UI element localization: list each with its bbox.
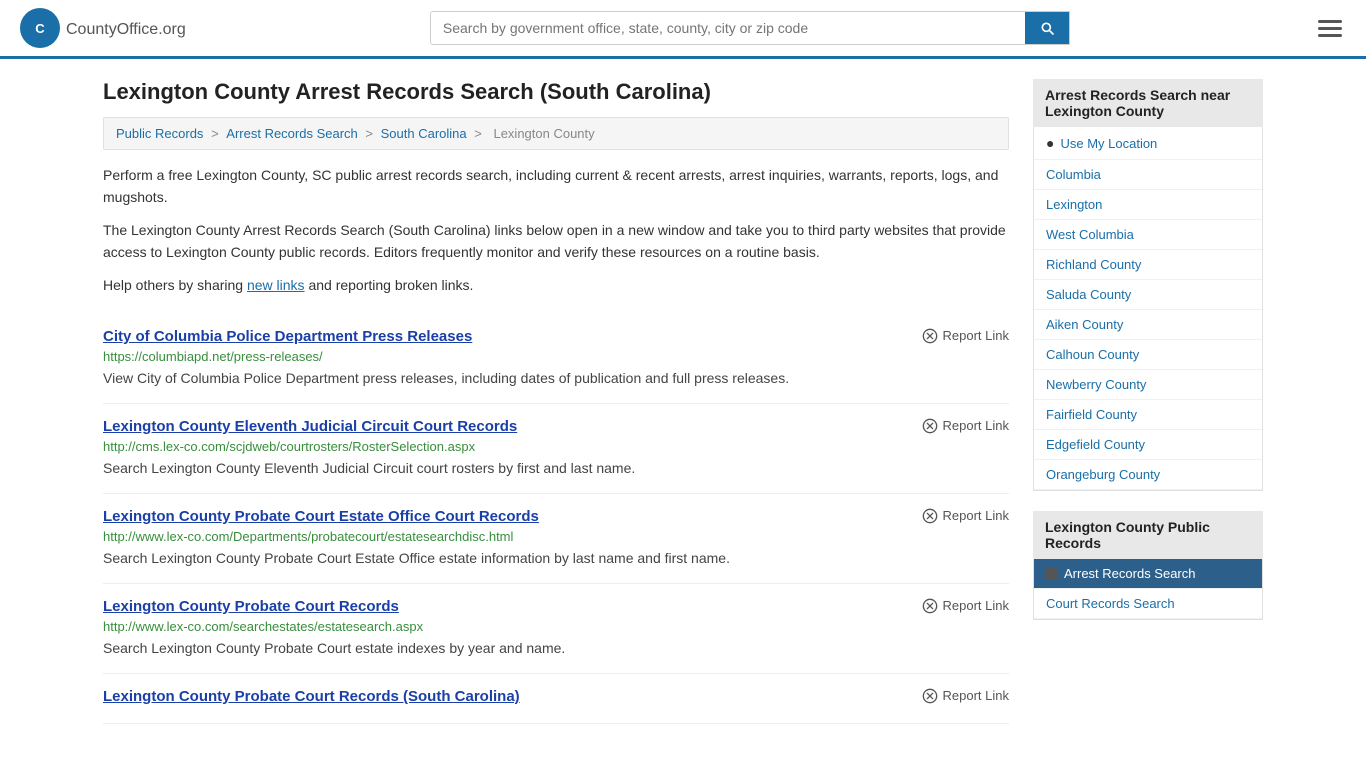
active-square-icon xyxy=(1046,568,1058,580)
nearby-items: ColumbiaLexingtonWest ColumbiaRichland C… xyxy=(1034,160,1262,490)
nearby-item-2[interactable]: West Columbia xyxy=(1034,220,1262,250)
breadcrumb-sep: > xyxy=(365,126,376,141)
report-link-btn-2[interactable]: Report Link xyxy=(922,508,1009,524)
public-records-item-1[interactable]: Court Records Search xyxy=(1034,589,1262,619)
logo-icon: C xyxy=(20,8,60,48)
report-link-btn-3[interactable]: Report Link xyxy=(922,598,1009,614)
search-button[interactable] xyxy=(1025,12,1069,44)
site-header: C CountyOffice.org xyxy=(0,0,1366,59)
menu-line xyxy=(1318,27,1342,30)
record-url-1[interactable]: http://cms.lex-co.com/scjdweb/courtroste… xyxy=(103,439,1009,454)
description-1: Perform a free Lexington County, SC publ… xyxy=(103,164,1009,209)
pin-icon: ● xyxy=(1046,135,1054,151)
public-records-list: Arrest Records Search Court Records Searc… xyxy=(1033,559,1263,620)
nearby-item-7[interactable]: Newberry County xyxy=(1034,370,1262,400)
nearby-title: Arrest Records Search near Lexington Cou… xyxy=(1033,79,1263,127)
public-records-label: Court Records Search xyxy=(1046,596,1175,611)
search-input[interactable] xyxy=(431,12,1025,44)
record-title-3[interactable]: Lexington County Probate Court Records xyxy=(103,598,399,615)
new-links-link[interactable]: new links xyxy=(247,277,305,293)
nearby-section: Arrest Records Search near Lexington Cou… xyxy=(1033,79,1263,491)
nearby-item-3[interactable]: Richland County xyxy=(1034,250,1262,280)
record-url-0[interactable]: https://columbiapd.net/press-releases/ xyxy=(103,349,1009,364)
record-item: Lexington County Probate Court Records (… xyxy=(103,674,1009,724)
page-title: Lexington County Arrest Records Search (… xyxy=(103,79,1009,105)
record-item: Lexington County Eleventh Judicial Circu… xyxy=(103,404,1009,494)
public-records-title: Lexington County Public Records xyxy=(1033,511,1263,559)
menu-button[interactable] xyxy=(1314,16,1346,41)
record-desc-1: Search Lexington County Eleventh Judicia… xyxy=(103,458,1009,479)
public-records-label: Arrest Records Search xyxy=(1064,566,1196,581)
nearby-item-0[interactable]: Columbia xyxy=(1034,160,1262,190)
logo-text: CountyOffice.org xyxy=(66,17,186,40)
page-container: Lexington County Arrest Records Search (… xyxy=(83,59,1283,744)
breadcrumb-public-records[interactable]: Public Records xyxy=(116,126,203,141)
record-item: City of Columbia Police Department Press… xyxy=(103,314,1009,404)
record-header: City of Columbia Police Department Press… xyxy=(103,328,1009,345)
report-link-label: Report Link xyxy=(943,508,1009,523)
record-title-0[interactable]: City of Columbia Police Department Press… xyxy=(103,328,472,345)
report-link-label: Report Link xyxy=(943,598,1009,613)
help-text: Help others by sharing new links and rep… xyxy=(103,274,1009,296)
description-2: The Lexington County Arrest Records Sear… xyxy=(103,219,1009,264)
record-item: Lexington County Probate Court Estate Of… xyxy=(103,494,1009,584)
record-url-3[interactable]: http://www.lex-co.com/searchestates/esta… xyxy=(103,619,1009,634)
main-content: Lexington County Arrest Records Search (… xyxy=(103,79,1009,724)
record-title-4[interactable]: Lexington County Probate Court Records (… xyxy=(103,688,520,705)
nearby-item-8[interactable]: Fairfield County xyxy=(1034,400,1262,430)
svg-text:C: C xyxy=(35,21,45,36)
use-location-label: Use My Location xyxy=(1060,136,1157,151)
nearby-item-1[interactable]: Lexington xyxy=(1034,190,1262,220)
report-link-label: Report Link xyxy=(943,418,1009,433)
record-item: Lexington County Probate Court Records R… xyxy=(103,584,1009,674)
public-records-item-0[interactable]: Arrest Records Search xyxy=(1034,559,1262,589)
record-desc-2: Search Lexington County Probate Court Es… xyxy=(103,548,1009,569)
menu-line xyxy=(1318,34,1342,37)
menu-line xyxy=(1318,20,1342,23)
nearby-item-9[interactable]: Edgefield County xyxy=(1034,430,1262,460)
breadcrumb-sep: > xyxy=(211,126,222,141)
nearby-item-4[interactable]: Saluda County xyxy=(1034,280,1262,310)
logo-area[interactable]: C CountyOffice.org xyxy=(20,8,186,48)
breadcrumb-sep: > xyxy=(474,126,485,141)
record-title-2[interactable]: Lexington County Probate Court Estate Of… xyxy=(103,508,539,525)
record-header: Lexington County Probate Court Records (… xyxy=(103,688,1009,705)
record-header: Lexington County Probate Court Estate Of… xyxy=(103,508,1009,525)
sidebar: Arrest Records Search near Lexington Cou… xyxy=(1033,79,1263,724)
nearby-item-10[interactable]: Orangeburg County xyxy=(1034,460,1262,490)
record-desc-0: View City of Columbia Police Department … xyxy=(103,368,1009,389)
record-url-2[interactable]: http://www.lex-co.com/Departments/probat… xyxy=(103,529,1009,544)
search-box xyxy=(430,11,1070,45)
record-header: Lexington County Eleventh Judicial Circu… xyxy=(103,418,1009,435)
report-link-btn-1[interactable]: Report Link xyxy=(922,418,1009,434)
report-link-btn-4[interactable]: Report Link xyxy=(922,688,1009,704)
record-header: Lexington County Probate Court Records R… xyxy=(103,598,1009,615)
use-location-item[interactable]: ● Use My Location xyxy=(1034,127,1262,160)
search-area xyxy=(430,11,1070,45)
breadcrumb: Public Records > Arrest Records Search >… xyxy=(103,117,1009,150)
report-link-label: Report Link xyxy=(943,688,1009,703)
breadcrumb-arrest-records[interactable]: Arrest Records Search xyxy=(226,126,358,141)
nearby-item-6[interactable]: Calhoun County xyxy=(1034,340,1262,370)
public-records-section: Lexington County Public Records Arrest R… xyxy=(1033,511,1263,620)
record-desc-3: Search Lexington County Probate Court es… xyxy=(103,638,1009,659)
breadcrumb-south-carolina[interactable]: South Carolina xyxy=(381,126,467,141)
report-link-btn-0[interactable]: Report Link xyxy=(922,328,1009,344)
nearby-item-5[interactable]: Aiken County xyxy=(1034,310,1262,340)
records-list: City of Columbia Police Department Press… xyxy=(103,314,1009,724)
breadcrumb-current: Lexington County xyxy=(493,126,594,141)
record-title-1[interactable]: Lexington County Eleventh Judicial Circu… xyxy=(103,418,517,435)
report-link-label: Report Link xyxy=(943,328,1009,343)
nearby-list: ● Use My Location ColumbiaLexingtonWest … xyxy=(1033,127,1263,491)
